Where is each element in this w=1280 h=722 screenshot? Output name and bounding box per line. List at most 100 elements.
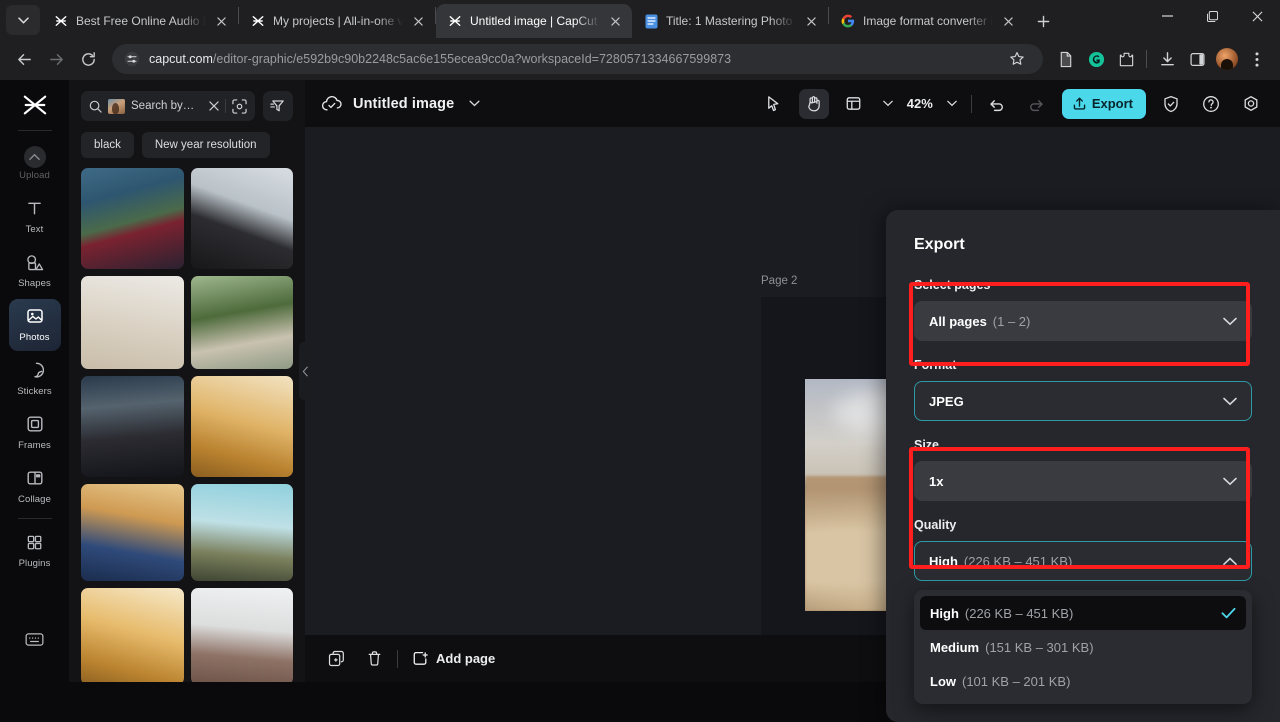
close-icon[interactable]	[803, 13, 820, 30]
downloads-icon[interactable]	[1153, 45, 1181, 73]
photo-thumbnail[interactable]	[190, 588, 293, 682]
sidebar-item-frames[interactable]: Frames	[9, 407, 61, 459]
tab-search-chevron-icon[interactable]	[6, 5, 40, 35]
browser-tab-0[interactable]: Best Free Online Audio Edito	[42, 4, 238, 38]
chevron-down-icon	[1223, 477, 1237, 486]
quality-label: Quality	[914, 518, 957, 532]
bottombar-divider	[397, 649, 398, 668]
gear-icon[interactable]	[1236, 89, 1266, 119]
grammarly-icon[interactable]	[1082, 45, 1110, 73]
add-page-icon	[412, 650, 429, 667]
forward-button[interactable]	[41, 44, 71, 74]
sidebar-item-upload[interactable]: Upload	[9, 137, 61, 189]
duplicate-page-button[interactable]	[321, 644, 351, 674]
quality-option-low[interactable]: Low (101 KB – 201 KB)	[920, 664, 1246, 698]
zoom-level-value[interactable]: 42%	[907, 96, 933, 111]
cloud-saved-icon	[321, 95, 343, 113]
extensions-icon[interactable]	[1112, 45, 1140, 73]
sidebar-item-label: Shapes	[18, 277, 51, 289]
reading-list-icon[interactable]	[1052, 45, 1080, 73]
close-icon[interactable]	[410, 13, 427, 30]
sidebar-item-stickers[interactable]: Stickers	[9, 353, 61, 405]
toolbar-divider	[1146, 50, 1147, 68]
hand-tool-button[interactable]	[798, 88, 829, 119]
format-dropdown[interactable]: JPEG	[914, 381, 1252, 421]
collage-icon	[26, 469, 44, 492]
undo-button[interactable]	[982, 89, 1012, 119]
option-value: High	[930, 605, 959, 621]
help-icon[interactable]	[1196, 89, 1226, 119]
photo-thumbnail[interactable]	[81, 276, 184, 369]
shield-icon[interactable]	[1156, 89, 1186, 119]
search-input[interactable]: Search by…	[81, 91, 255, 121]
size-dropdown[interactable]: 1x	[914, 461, 1252, 501]
keyboard-shortcuts-button[interactable]	[9, 616, 61, 668]
photo-thumbnail[interactable]	[81, 588, 184, 682]
layout-tool-button[interactable]	[839, 89, 869, 119]
document-title[interactable]: Untitled image	[353, 96, 454, 112]
photo-thumbnail[interactable]	[190, 484, 293, 581]
capcut-icon	[53, 13, 69, 29]
browser-tab-2-active[interactable]: Untitled image | CapCut	[436, 4, 632, 38]
clear-search-icon[interactable]	[209, 101, 219, 111]
select-tool-button[interactable]	[759, 89, 789, 119]
profile-avatar[interactable]	[1213, 45, 1241, 73]
close-icon[interactable]	[1000, 13, 1017, 30]
browser-tab-1[interactable]: My projects | All-in-one vide	[239, 4, 435, 38]
photo-thumbnail[interactable]	[190, 168, 293, 269]
window-minimize-button[interactable]	[1145, 0, 1190, 32]
new-tab-button[interactable]	[1029, 7, 1057, 35]
site-settings-icon[interactable]	[124, 51, 140, 67]
delete-page-button[interactable]	[359, 644, 389, 674]
bookmark-star-icon[interactable]	[1003, 45, 1031, 73]
sidebar-item-shapes[interactable]: Shapes	[9, 245, 61, 297]
quality-dropdown[interactable]: High (226 KB – 451 KB)	[914, 541, 1252, 581]
photo-thumbnail[interactable]	[81, 484, 184, 581]
library-search-row: Search by…	[69, 80, 305, 121]
close-icon[interactable]	[213, 13, 230, 30]
export-button[interactable]: Export	[1061, 88, 1146, 119]
photo-thumbnail[interactable]	[81, 376, 184, 477]
frames-icon	[26, 415, 44, 438]
address-bar[interactable]: capcut.com/editor-graphic/e592b9c90b2248…	[112, 44, 1043, 74]
close-icon[interactable]	[607, 13, 624, 30]
reload-button[interactable]	[73, 44, 103, 74]
quality-option-medium[interactable]: Medium (151 KB – 301 KB)	[920, 630, 1246, 664]
layout-chevron-down-icon[interactable]	[879, 89, 897, 119]
tab-title: Best Free Online Audio Edito	[76, 14, 206, 28]
photo-grid	[69, 168, 305, 682]
back-button[interactable]	[9, 44, 39, 74]
capcut-logo-icon[interactable]	[15, 88, 55, 122]
photo-thumbnail[interactable]	[190, 276, 293, 369]
browser-tabstrip: Best Free Online Audio Edito My projects…	[0, 0, 1280, 38]
option-value: Medium	[930, 639, 980, 655]
zoom-chevron-down-icon[interactable]	[943, 89, 961, 119]
side-panel-icon[interactable]	[1183, 45, 1211, 73]
window-maximize-button[interactable]	[1190, 0, 1235, 32]
photo-thumbnail[interactable]	[190, 376, 293, 477]
sidebar-item-label: Plugins	[18, 557, 51, 569]
browser-tab-4[interactable]: Image format converter in ca	[829, 4, 1025, 38]
collapse-panel-handle[interactable]	[299, 342, 312, 400]
window-close-button[interactable]	[1235, 0, 1280, 32]
select-pages-dropdown[interactable]: All pages (1 – 2)	[914, 301, 1252, 341]
add-page-button[interactable]: Add page	[406, 650, 501, 667]
chip-new-year-resolution[interactable]: New year resolution	[141, 132, 270, 158]
photo-thumbnail[interactable]	[81, 168, 184, 269]
filter-chips: black New year resolution	[69, 121, 305, 168]
filter-icon[interactable]	[263, 91, 293, 121]
sidebar-item-text[interactable]: Text	[9, 191, 61, 243]
browser-tab-3[interactable]: Title: 1 Mastering Photo Cro	[632, 4, 828, 38]
quality-option-high[interactable]: High (226 KB – 451 KB)	[920, 596, 1246, 630]
chrome-menu-icon[interactable]	[1243, 45, 1271, 73]
sidebar-item-photos[interactable]: Photos	[8, 299, 61, 351]
sidebar-item-plugins[interactable]: Plugins	[9, 525, 61, 577]
visual-search-icon[interactable]	[232, 98, 247, 114]
chevron-down-icon	[1223, 317, 1237, 326]
search-reference-thumbnail	[108, 98, 125, 114]
chip-black[interactable]: black	[81, 132, 134, 158]
redo-button[interactable]	[1022, 89, 1052, 119]
title-chevron-down-icon[interactable]	[464, 89, 484, 119]
google-icon	[840, 13, 856, 29]
sidebar-item-collage[interactable]: Collage	[9, 461, 61, 513]
